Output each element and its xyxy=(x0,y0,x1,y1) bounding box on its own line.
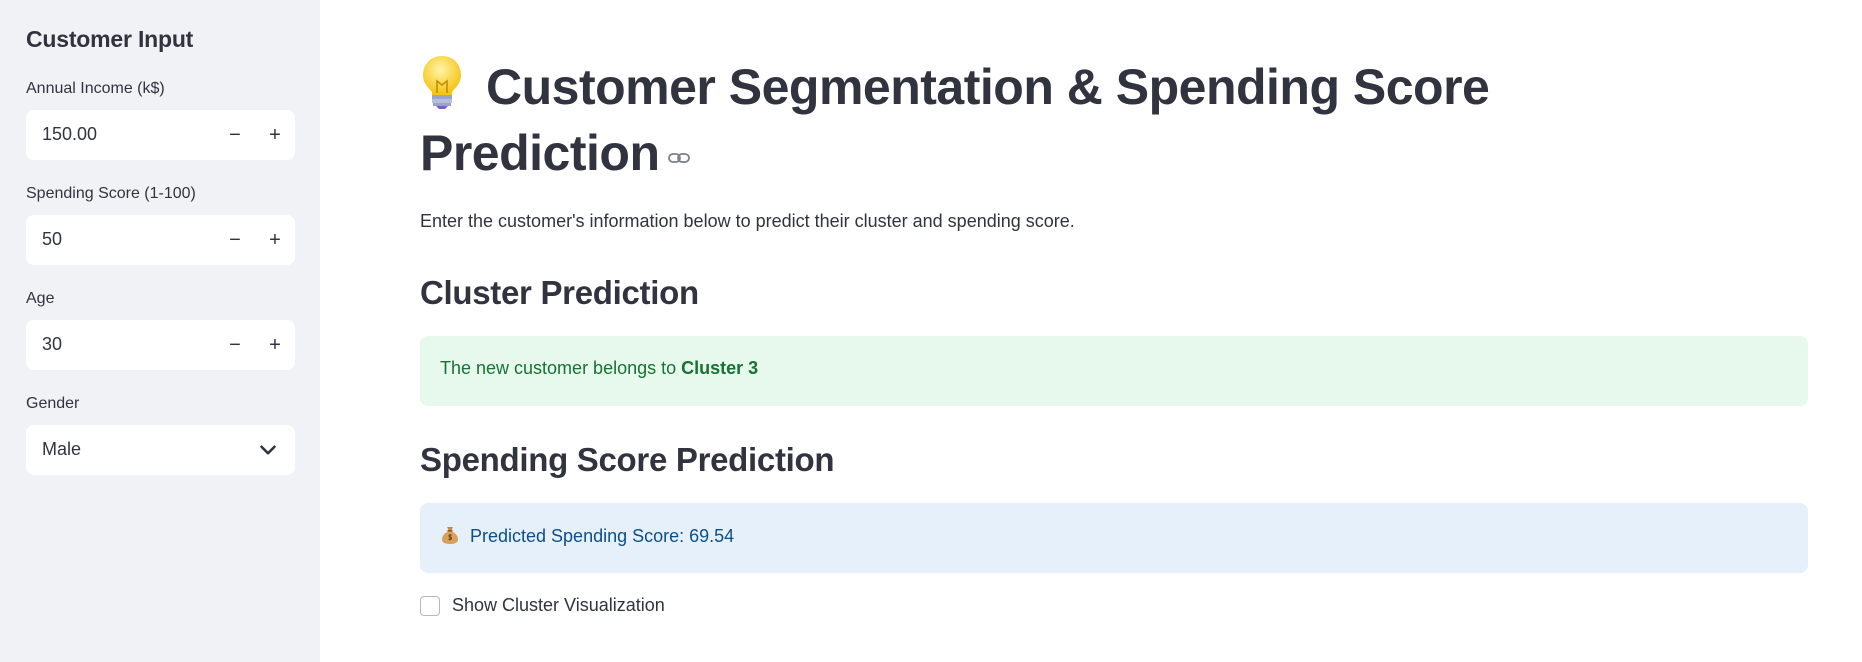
show-cluster-visualization-label[interactable]: Show Cluster Visualization xyxy=(452,595,665,616)
show-cluster-visualization-toggle[interactable]: Show Cluster Visualization xyxy=(420,595,665,616)
annual-income-value[interactable]: 150.00 xyxy=(42,124,97,145)
age-label: Age xyxy=(26,290,55,307)
money-bag-icon xyxy=(442,527,458,544)
annual-income-input[interactable]: 150.00 − + xyxy=(26,110,295,160)
spending-score-increment-button[interactable]: + xyxy=(255,215,295,265)
intro-text: Enter the customer's information below t… xyxy=(420,211,1075,231)
spending-score-prediction-heading: Spending Score Prediction xyxy=(420,441,835,478)
spending-score-decrement-button[interactable]: − xyxy=(215,215,255,265)
cluster-result-alert: The new customer belongs to Cluster 3 xyxy=(420,336,1808,406)
cluster-result-prefix: The new customer belongs to xyxy=(440,358,682,378)
gender-label: Gender xyxy=(26,395,80,412)
main-content: Customer Segmentation & Spending Score P… xyxy=(320,0,1862,662)
annual-income-decrement-button[interactable]: − xyxy=(215,110,255,160)
annual-income-increment-button[interactable]: + xyxy=(255,110,295,160)
cluster-result-value: Cluster 3 xyxy=(681,358,759,378)
link-icon[interactable] xyxy=(667,150,691,166)
age-decrement-button[interactable]: − xyxy=(215,320,255,370)
page-title-text: Customer Segmentation & Spending Score P… xyxy=(420,59,1490,181)
spending-score-value[interactable]: 50 xyxy=(42,229,62,250)
sidebar: Customer Input Annual Income (k$) 150.00… xyxy=(0,0,320,662)
spending-score-result-message: Predicted Spending Score: 69.54 xyxy=(470,526,735,546)
cluster-prediction-heading: Cluster Prediction xyxy=(420,274,699,311)
light-bulb-icon xyxy=(423,56,461,109)
spending-score-result-alert: Predicted Spending Score: 69.54 xyxy=(420,503,1808,573)
age-input[interactable]: 30 − + xyxy=(26,320,295,370)
spending-score-label: Spending Score (1-100) xyxy=(26,185,196,202)
spending-score-result-text: Predicted Spending Score: 69.54 xyxy=(440,525,734,547)
sidebar-title: Customer Input xyxy=(26,26,194,52)
cluster-result-text: The new customer belongs to Cluster 3 xyxy=(440,358,758,379)
spending-score-input[interactable]: 50 − + xyxy=(26,215,295,265)
age-value[interactable]: 30 xyxy=(42,334,62,355)
show-cluster-visualization-checkbox[interactable] xyxy=(420,595,440,616)
age-increment-button[interactable]: + xyxy=(255,320,295,370)
chevron-down-icon[interactable] xyxy=(255,437,281,463)
gender-select[interactable]: Male xyxy=(26,425,295,475)
annual-income-label: Annual Income (k$) xyxy=(26,80,165,97)
gender-selected-value: Male xyxy=(42,439,82,459)
page-title: Customer Segmentation & Spending Score P… xyxy=(420,54,1600,186)
